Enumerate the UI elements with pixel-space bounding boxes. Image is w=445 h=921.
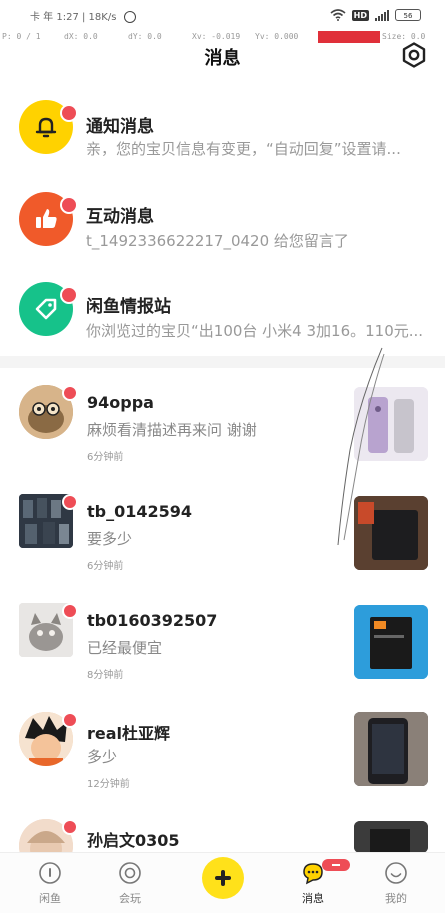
- unread-badge: [62, 494, 78, 510]
- system-title: 闲鱼情报站: [86, 297, 171, 317]
- tab-mine[interactable]: 我的: [366, 853, 426, 913]
- chat-name: tb_0142594: [87, 502, 193, 521]
- unread-badge: [60, 196, 78, 214]
- item-thumbnail: [354, 821, 428, 853]
- system-preview: 亲，您的宝贝信息有变更，“自动回复”设置请...: [86, 140, 401, 158]
- unread-badge: [60, 104, 78, 122]
- status-right: HD 56: [330, 8, 421, 22]
- system-title: 互动消息: [86, 207, 154, 227]
- unread-badge: [60, 286, 78, 304]
- chat-row[interactable]: real杜亚辉 多少 12分钟前: [0, 702, 445, 812]
- fish-icon: [39, 862, 61, 884]
- chat-name: tb0160392507: [87, 611, 218, 630]
- section-divider: [0, 356, 445, 368]
- chat-row[interactable]: 94oppa 麻烦看清描述再来问 谢谢 6分钟前: [0, 375, 445, 485]
- gear-icon[interactable]: [401, 42, 427, 68]
- chat-message: 麻烦看清描述再来问 谢谢: [87, 421, 257, 439]
- system-message-digest[interactable]: 闲鱼情报站 你浏览过的宝贝“出100台 小米4 3加16。110元...: [0, 270, 445, 360]
- signal-icon: [375, 9, 389, 21]
- item-thumbnail: [354, 496, 428, 570]
- unread-badge: [62, 385, 78, 401]
- status-left: 卡 年 1:27 | 18K/s: [30, 8, 136, 23]
- chat-row[interactable]: tb0160392507 已经最便宜 8分钟前: [0, 593, 445, 703]
- system-message-interaction[interactable]: 互动消息 t_1492336622217_0420 给您留言了: [0, 180, 445, 270]
- tab-label: 闲鱼: [39, 892, 61, 905]
- chat-message: 已经最便宜: [87, 639, 163, 657]
- chat-time: 6分钟前: [87, 561, 124, 572]
- messages-badge: [322, 859, 350, 871]
- unread-badge: [62, 712, 78, 728]
- smiley-icon: [385, 862, 407, 884]
- system-message-notice[interactable]: 通知消息 亲，您的宝贝信息有变更，“自动回复”设置请...: [0, 88, 445, 178]
- unread-badge: [62, 603, 78, 619]
- bottom-tab-bar: 闲鱼 会玩 消息 我的: [0, 852, 445, 913]
- system-preview: 你浏览过的宝贝“出100台 小米4 3加16。110元...: [86, 322, 424, 340]
- item-thumbnail: [354, 605, 428, 679]
- chat-time: 8分钟前: [87, 670, 124, 681]
- battery-icon: 56: [395, 9, 421, 21]
- chat-name: 孙启文0305: [87, 831, 180, 850]
- chat-name: 94oppa: [87, 393, 154, 412]
- tab-label: 会玩: [119, 892, 141, 905]
- tab-label: 消息: [302, 892, 324, 905]
- system-preview: t_1492336622217_0420 给您留言了: [86, 232, 349, 250]
- tab-home[interactable]: 闲鱼: [20, 853, 80, 913]
- wifi-icon: [330, 9, 346, 21]
- tab-play[interactable]: 会玩: [100, 853, 160, 913]
- chat-message: 多少: [87, 748, 118, 766]
- tab-label: 我的: [385, 892, 407, 905]
- alarm-clock-icon: [123, 11, 136, 23]
- thumbs-up-icon: [36, 209, 57, 228]
- hd-badge: HD: [351, 9, 369, 21]
- system-title: 通知消息: [86, 117, 154, 137]
- header: 消息: [0, 40, 445, 74]
- item-thumbnail: [354, 387, 428, 461]
- chat-row[interactable]: tb_0142594 要多少 6分钟前: [0, 484, 445, 594]
- page-title: 消息: [204, 48, 241, 69]
- item-thumbnail: [354, 712, 428, 786]
- unread-badge: [62, 819, 78, 835]
- tag-icon: [35, 298, 57, 320]
- chat-name: real杜亚辉: [87, 724, 171, 743]
- chat-time: 12分钟前: [87, 779, 130, 790]
- status-bar: 卡 年 1:27 | 18K/s HD 56: [0, 0, 445, 28]
- circle-target-icon: [119, 862, 141, 884]
- chat-time: 6分钟前: [87, 452, 124, 463]
- bell-icon: [35, 117, 57, 138]
- chat-message: 要多少: [87, 530, 133, 548]
- post-button[interactable]: [202, 857, 244, 899]
- status-text: 卡 年 1:27 | 18K/s: [30, 12, 117, 23]
